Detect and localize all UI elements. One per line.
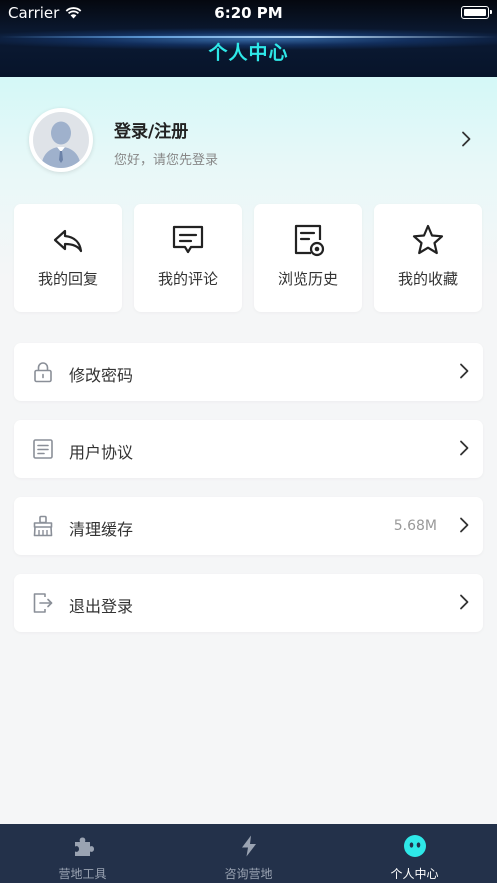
- menu-item-clear-cache[interactable]: 清理缓存 5.68M: [14, 497, 483, 555]
- page-title: 个人中心: [208, 42, 289, 64]
- menu-item-label: 用户协议: [69, 443, 134, 462]
- profile-login-row[interactable]: 登录/注册 您好，请您先登录: [0, 77, 497, 202]
- logout-icon: [33, 593, 53, 613]
- document-icon: [33, 439, 53, 459]
- quick-action-browse-history[interactable]: 浏览历史: [254, 204, 362, 312]
- chevron-right-icon: [460, 594, 469, 610]
- tab-label: 营地工具: [58, 867, 107, 881]
- comment-icon: [172, 225, 204, 254]
- battery-icon: [461, 6, 492, 19]
- menu-item-label: 退出登录: [69, 597, 134, 616]
- tab-label: 个人中心: [390, 867, 439, 881]
- history-icon: [294, 224, 325, 257]
- default-user-icon: [33, 112, 89, 168]
- chevron-right-icon: [462, 131, 471, 147]
- face-icon: [404, 835, 426, 857]
- quick-action-label: 我的回复: [37, 270, 98, 288]
- status-bar: Carrier 6:20 PM: [0, 0, 497, 26]
- menu-item-label: 清理缓存: [69, 520, 134, 539]
- bottom-tab-bar: 营地工具 咨询营地 个人中心: [0, 824, 497, 883]
- quick-action-label: 我的收藏: [397, 270, 458, 288]
- puzzle-icon: [75, 837, 94, 856]
- star-icon: [412, 224, 444, 255]
- quick-action-label: 我的评论: [157, 270, 218, 288]
- quick-actions: 我的回复 我的评论 浏览历史 我的收藏: [14, 204, 483, 312]
- menu-item-user-agreement[interactable]: 用户协议: [14, 420, 483, 478]
- chevron-right-icon: [460, 517, 469, 533]
- tab-label: 咨询营地: [224, 867, 273, 881]
- quick-action-my-replies[interactable]: 我的回复: [14, 204, 122, 312]
- status-time: 6:20 PM: [214, 4, 283, 22]
- lock-icon: [34, 362, 52, 383]
- main-content: 登录/注册 您好，请您先登录 我的回复 我的评论 浏览历史 我的收藏 修改密码 …: [0, 77, 497, 824]
- reply-icon: [53, 229, 83, 253]
- quick-action-my-comments[interactable]: 我的评论: [134, 204, 242, 312]
- tab-consult-camp[interactable]: 咨询营地: [166, 824, 331, 883]
- cache-size-value: 5.68M: [393, 518, 437, 534]
- broom-icon: [33, 515, 53, 537]
- menu-item-label: 修改密码: [69, 366, 134, 385]
- chevron-right-icon: [460, 440, 469, 456]
- quick-action-my-favorites[interactable]: 我的收藏: [374, 204, 482, 312]
- navigation-header: Carrier 6:20 PM 个人中心: [0, 0, 497, 77]
- login-register-link[interactable]: 登录/注册: [114, 117, 188, 142]
- quick-action-label: 浏览历史: [277, 270, 338, 288]
- chevron-right-icon: [460, 363, 469, 379]
- tab-camp-tools[interactable]: 营地工具: [0, 824, 165, 883]
- menu-item-logout[interactable]: 退出登录: [14, 574, 483, 632]
- menu-item-change-password[interactable]: 修改密码: [14, 343, 483, 401]
- lightning-icon: [242, 835, 256, 857]
- avatar[interactable]: [29, 108, 93, 172]
- tab-personal-center[interactable]: 个人中心: [332, 824, 497, 883]
- login-prompt-text: 您好，请您先登录: [114, 153, 219, 168]
